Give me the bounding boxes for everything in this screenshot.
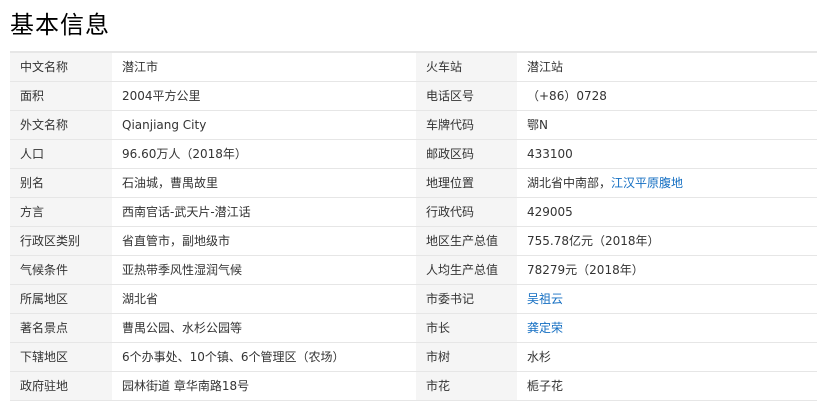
row-value: 园林街道 章华南路18号 [112,371,416,401]
row-value: 曹禺公园、水杉公园等 [112,313,416,343]
row-label: 市树 [416,342,517,372]
row-value: 湖北省 [112,284,416,314]
row-label: 别名 [10,168,112,198]
row-value: 潜江站 [517,52,817,82]
info-row-admin-type: 行政区类别 省直管市，副地级市 地区生产总值 755.78亿元（2018年） [10,226,817,256]
row-label: 方言 [10,197,112,227]
row-label: 气候条件 [10,255,112,285]
row-value: 96.60万人（2018年） [112,139,416,169]
row-label: 电话区号 [416,81,517,111]
info-row-population: 人口 96.60万人（2018年） 邮政区码 433100 [10,139,817,169]
row-label: 市长 [416,313,517,343]
row-label: 邮政区码 [416,139,517,169]
mayor-link[interactable]: 龚定荣 [527,321,563,335]
row-value: 石油城，曹禺故里 [112,168,416,198]
row-value: 78279元（2018年） [517,255,817,285]
row-value: 龚定荣 [517,313,817,343]
row-value: 429005 [517,197,817,227]
row-value: 吴祖云 [517,284,817,314]
row-value: 亚热带季风性湿润气候 [112,255,416,285]
row-label: 地理位置 [416,168,517,198]
info-row-attractions: 著名景点 曹禺公园、水杉公园等 市长 龚定荣 [10,313,817,343]
row-label: 地区生产总值 [416,226,517,256]
row-value: 6个办事处、10个镇、6个管理区（农场） [112,342,416,372]
info-row-government-seat: 政府驻地 园林街道 章华南路18号 市花 栀子花 [10,371,817,401]
row-label: 行政区类别 [10,226,112,256]
row-value: 2004平方公里 [112,81,416,111]
row-value: Qianjiang City [112,110,416,140]
row-value: 湖北省中南部，江汉平原腹地 [517,168,817,198]
party-secretary-link[interactable]: 吴祖云 [527,292,563,306]
info-row-foreign-name: 外文名称 Qianjiang City 车牌代码 鄂N [10,110,817,140]
row-label: 市花 [416,371,517,401]
row-label: 人口 [10,139,112,169]
row-value: 潜江市 [112,52,416,82]
row-label: 面积 [10,81,112,111]
location-link[interactable]: 江汉平原腹地 [611,176,683,190]
row-value: 水杉 [517,342,817,372]
row-label: 外文名称 [10,110,112,140]
row-value: （+86）0728 [517,81,817,111]
row-label: 火车站 [416,52,517,82]
row-label: 下辖地区 [10,342,112,372]
row-label: 政府驻地 [10,371,112,401]
location-text: 湖北省中南部， [527,176,612,190]
info-row-dialect: 方言 西南官话-武天片-潜江话 行政代码 429005 [10,197,817,227]
info-row-alias: 别名 石油城，曹禺故里 地理位置 湖北省中南部，江汉平原腹地 [10,168,817,198]
info-row-chinese-name: 中文名称 潜江市 火车站 潜江站 [10,52,817,82]
row-value: 栀子花 [517,371,817,401]
row-label: 人均生产总值 [416,255,517,285]
row-value: 省直管市，副地级市 [112,226,416,256]
info-row-region: 所属地区 湖北省 市委书记 吴祖云 [10,284,817,314]
row-value: 鄂N [517,110,817,140]
row-label: 车牌代码 [416,110,517,140]
info-row-climate: 气候条件 亚热带季风性湿润气候 人均生产总值 78279元（2018年） [10,255,817,285]
row-label: 著名景点 [10,313,112,343]
row-value: 433100 [517,139,817,169]
row-value: 755.78亿元（2018年） [517,226,817,256]
row-label: 行政代码 [416,197,517,227]
row-label: 所属地区 [10,284,112,314]
section-title: 基本信息 [10,11,110,39]
row-label: 中文名称 [10,52,112,82]
row-label: 市委书记 [416,284,517,314]
info-row-area: 面积 2004平方公里 电话区号 （+86）0728 [10,81,817,111]
row-value: 西南官话-武天片-潜江话 [112,197,416,227]
basic-info-table: 中文名称 潜江市 火车站 潜江站 面积 2004平方公里 电话区号 （+86）0… [10,51,817,401]
info-row-subdivisions: 下辖地区 6个办事处、10个镇、6个管理区（农场） 市树 水杉 [10,342,817,372]
